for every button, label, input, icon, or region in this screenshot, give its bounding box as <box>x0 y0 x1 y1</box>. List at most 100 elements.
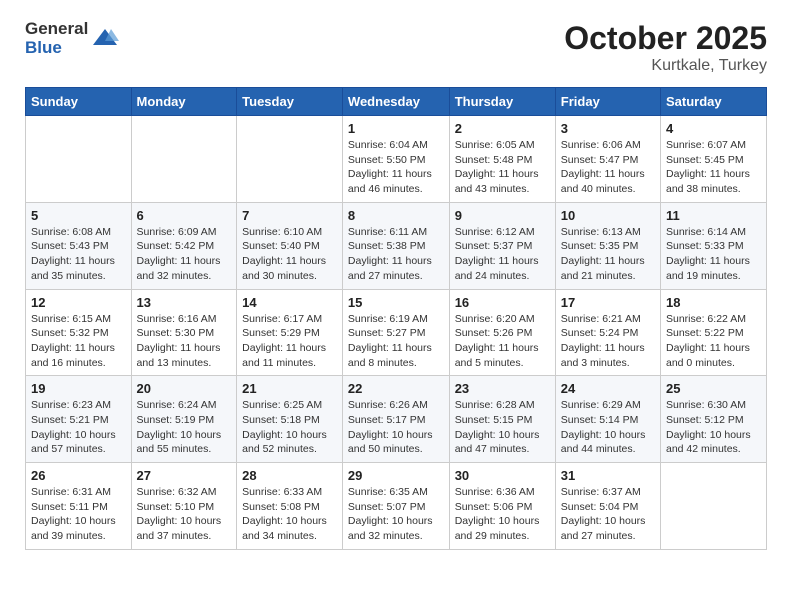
calendar-cell: 9Sunrise: 6:12 AM Sunset: 5:37 PM Daylig… <box>449 202 555 289</box>
day-info: Sunrise: 6:21 AM Sunset: 5:24 PM Dayligh… <box>561 312 655 371</box>
day-number: 22 <box>348 381 444 396</box>
calendar-cell: 15 Sunrise: 6:19 AM Sunset: 5:27 PM Dayli… <box>342 289 449 376</box>
calendar-week-row: 12Sunrise: 6:15 AM Sunset: 5:32 PM Dayli… <box>26 289 767 376</box>
day-info: Sunrise: 6:33 AM Sunset: 5:08 PM Dayligh… <box>242 485 337 544</box>
day-info: Sunrise: 6:30 AM Sunset: 5:12 PM Dayligh… <box>666 398 761 457</box>
day-info: Sunrise: 6:26 AM Sunset: 5:17 PM Dayligh… <box>348 398 444 457</box>
day-number: 18 <box>666 295 761 310</box>
logo: General Blue <box>25 20 119 57</box>
calendar-week-row: 5 Sunrise: 6:08 AM Sunset: 5:43 PM Daylig… <box>26 202 767 289</box>
day-info: Sunrise: 6:37 AM Sunset: 5:04 PM Dayligh… <box>561 485 655 544</box>
day-number: 24 <box>561 381 655 396</box>
header: General Blue October 2025 Kurtkale, Turk… <box>25 20 767 75</box>
logo-icon <box>91 25 119 53</box>
day-number: 26 <box>31 468 126 483</box>
calendar-cell: 12Sunrise: 6:15 AM Sunset: 5:32 PM Dayli… <box>26 289 132 376</box>
day-info: Sunrise: 6:32 AM Sunset: 5:10 PM Dayligh… <box>137 485 232 544</box>
calendar-header-row: SundayMondayTuesdayWednesdayThursdayFrid… <box>26 88 767 116</box>
day-number: 31 <box>561 468 655 483</box>
day-info: Sunrise: 6:36 AM Sunset: 5:06 PM Dayligh… <box>455 485 550 544</box>
day-number: 14 <box>242 295 337 310</box>
day-info: Sunrise: 6:24 AM Sunset: 5:19 PM Dayligh… <box>137 398 232 457</box>
weekday-header-friday: Friday <box>555 88 660 116</box>
day-number: 13 <box>137 295 232 310</box>
weekday-header-saturday: Saturday <box>661 88 767 116</box>
day-info: Sunrise: 6:31 AM Sunset: 5:11 PM Dayligh… <box>31 485 126 544</box>
calendar-cell: 16 Sunrise: 6:20 AM Sunset: 5:26 PM Dayli… <box>449 289 555 376</box>
day-number: 15 <box>348 295 444 310</box>
calendar-cell: 20 Sunrise: 6:24 AM Sunset: 5:19 PM Dayli… <box>131 376 237 463</box>
calendar-cell: 13Sunrise: 6:16 AM Sunset: 5:30 PM Dayli… <box>131 289 237 376</box>
day-number: 6 <box>137 208 232 223</box>
calendar-cell <box>26 116 132 203</box>
day-info: Sunrise: 6:08 AM Sunset: 5:43 PM Dayligh… <box>31 225 126 284</box>
calendar-cell: 23 Sunrise: 6:28 AM Sunset: 5:15 PM Dayli… <box>449 376 555 463</box>
day-number: 23 <box>455 381 550 396</box>
calendar-table: SundayMondayTuesdayWednesdayThursdayFrid… <box>25 87 767 550</box>
day-info: Sunrise: 6:13 AM Sunset: 5:35 PM Dayligh… <box>561 225 655 284</box>
day-number: 19 <box>31 381 126 396</box>
calendar-cell: 7 Sunrise: 6:10 AM Sunset: 5:40 PM Daylig… <box>237 202 343 289</box>
calendar-cell: 3 Sunrise: 6:06 AM Sunset: 5:47 PM Daylig… <box>555 116 660 203</box>
calendar-cell: 6 Sunrise: 6:09 AM Sunset: 5:42 PM Daylig… <box>131 202 237 289</box>
logo-blue: Blue <box>25 39 88 58</box>
day-number: 27 <box>137 468 232 483</box>
month-title: October 2025 <box>564 20 767 57</box>
calendar-cell: 10Sunrise: 6:13 AM Sunset: 5:35 PM Dayli… <box>555 202 660 289</box>
calendar-cell: 11 Sunrise: 6:14 AM Sunset: 5:33 PM Dayli… <box>661 202 767 289</box>
day-info: Sunrise: 6:28 AM Sunset: 5:15 PM Dayligh… <box>455 398 550 457</box>
day-info: Sunrise: 6:17 AM Sunset: 5:29 PM Dayligh… <box>242 312 337 371</box>
day-number: 30 <box>455 468 550 483</box>
calendar-cell: 25 Sunrise: 6:30 AM Sunset: 5:12 PM Dayli… <box>661 376 767 463</box>
day-number: 16 <box>455 295 550 310</box>
weekday-header-sunday: Sunday <box>26 88 132 116</box>
calendar-cell: 17 Sunrise: 6:21 AM Sunset: 5:24 PM Dayli… <box>555 289 660 376</box>
day-info: Sunrise: 6:06 AM Sunset: 5:47 PM Dayligh… <box>561 138 655 197</box>
day-number: 8 <box>348 208 444 223</box>
day-number: 28 <box>242 468 337 483</box>
weekday-header-tuesday: Tuesday <box>237 88 343 116</box>
calendar-cell: 31 Sunrise: 6:37 AM Sunset: 5:04 PM Dayli… <box>555 463 660 550</box>
calendar-cell: 26 Sunrise: 6:31 AM Sunset: 5:11 PM Dayli… <box>26 463 132 550</box>
calendar-week-row: 1Sunrise: 6:04 AM Sunset: 5:50 PM Daylig… <box>26 116 767 203</box>
location-title: Kurtkale, Turkey <box>564 57 767 75</box>
weekday-header-thursday: Thursday <box>449 88 555 116</box>
day-number: 17 <box>561 295 655 310</box>
day-info: Sunrise: 6:14 AM Sunset: 5:33 PM Dayligh… <box>666 225 761 284</box>
calendar-cell: 30 Sunrise: 6:36 AM Sunset: 5:06 PM Dayli… <box>449 463 555 550</box>
day-number: 3 <box>561 121 655 136</box>
day-info: Sunrise: 6:12 AM Sunset: 5:37 PM Dayligh… <box>455 225 550 284</box>
calendar-cell: 1Sunrise: 6:04 AM Sunset: 5:50 PM Daylig… <box>342 116 449 203</box>
calendar-cell: 29Sunrise: 6:35 AM Sunset: 5:07 PM Dayli… <box>342 463 449 550</box>
calendar-cell: 21 Sunrise: 6:25 AM Sunset: 5:18 PM Dayli… <box>237 376 343 463</box>
day-info: Sunrise: 6:20 AM Sunset: 5:26 PM Dayligh… <box>455 312 550 371</box>
title-block: October 2025 Kurtkale, Turkey <box>564 20 767 75</box>
day-info: Sunrise: 6:19 AM Sunset: 5:27 PM Dayligh… <box>348 312 444 371</box>
calendar-week-row: 19Sunrise: 6:23 AM Sunset: 5:21 PM Dayli… <box>26 376 767 463</box>
calendar-cell <box>237 116 343 203</box>
calendar-cell <box>661 463 767 550</box>
day-number: 21 <box>242 381 337 396</box>
day-info: Sunrise: 6:11 AM Sunset: 5:38 PM Dayligh… <box>348 225 444 284</box>
day-number: 5 <box>31 208 126 223</box>
day-info: Sunrise: 6:29 AM Sunset: 5:14 PM Dayligh… <box>561 398 655 457</box>
calendar-cell: 18 Sunrise: 6:22 AM Sunset: 5:22 PM Dayli… <box>661 289 767 376</box>
day-info: Sunrise: 6:25 AM Sunset: 5:18 PM Dayligh… <box>242 398 337 457</box>
day-info: Sunrise: 6:22 AM Sunset: 5:22 PM Dayligh… <box>666 312 761 371</box>
day-number: 2 <box>455 121 550 136</box>
day-number: 7 <box>242 208 337 223</box>
day-info: Sunrise: 6:10 AM Sunset: 5:40 PM Dayligh… <box>242 225 337 284</box>
calendar-cell: 2 Sunrise: 6:05 AM Sunset: 5:48 PM Daylig… <box>449 116 555 203</box>
day-number: 11 <box>666 208 761 223</box>
calendar-cell: 28 Sunrise: 6:33 AM Sunset: 5:08 PM Dayli… <box>237 463 343 550</box>
calendar-cell: 14 Sunrise: 6:17 AM Sunset: 5:29 PM Dayli… <box>237 289 343 376</box>
calendar-cell: 4Sunrise: 6:07 AM Sunset: 5:45 PM Daylig… <box>661 116 767 203</box>
day-number: 20 <box>137 381 232 396</box>
day-number: 25 <box>666 381 761 396</box>
day-info: Sunrise: 6:09 AM Sunset: 5:42 PM Dayligh… <box>137 225 232 284</box>
day-info: Sunrise: 6:05 AM Sunset: 5:48 PM Dayligh… <box>455 138 550 197</box>
day-info: Sunrise: 6:04 AM Sunset: 5:50 PM Dayligh… <box>348 138 444 197</box>
calendar-cell: 19Sunrise: 6:23 AM Sunset: 5:21 PM Dayli… <box>26 376 132 463</box>
page: General Blue October 2025 Kurtkale, Turk… <box>0 0 792 570</box>
calendar-cell: 22 Sunrise: 6:26 AM Sunset: 5:17 PM Dayli… <box>342 376 449 463</box>
